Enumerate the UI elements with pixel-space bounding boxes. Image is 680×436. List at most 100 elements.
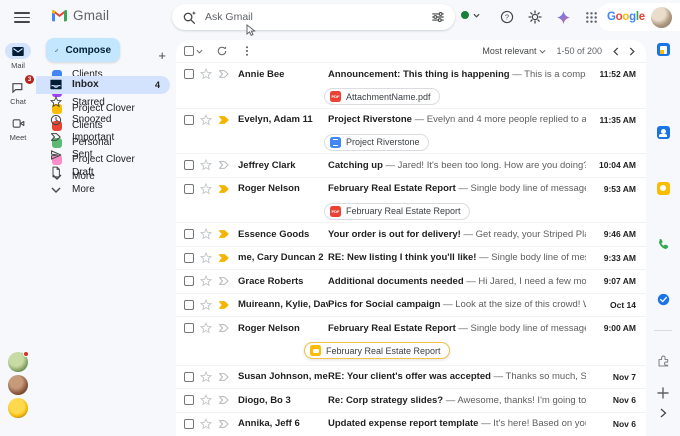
main-menu-icon[interactable] [14,12,30,23]
importance-marker-icon[interactable] [218,68,230,80]
email-checkbox[interactable] [184,115,194,125]
email-row[interactable]: me, Cary Duncan 2 RE: New listing I thin… [176,246,646,270]
email-row[interactable]: Essence Goods Your order is out for deli… [176,222,646,246]
sidebar-item-more[interactable]: More [36,181,170,199]
attachment-chip[interactable]: February Real Estate Report [304,342,450,359]
chat-contact-avatar[interactable] [8,375,28,395]
email-row[interactable]: Diogo, Bo 3 Re: Corp strategy slides? — … [176,388,646,412]
search-placeholder: Ask Gmail [205,11,423,23]
star-icon[interactable] [200,418,212,430]
settings-gear-icon[interactable] [527,9,543,25]
sidebar-item-draft[interactable]: Draft [36,164,170,182]
star-icon[interactable] [200,228,212,240]
email-row[interactable]: Susan Johnson, me 2 RE: Your client's of… [176,365,646,389]
email-row[interactable]: Jeffrey Clark Catching up — Jared! It's … [176,153,646,177]
compose-button[interactable]: Compose [46,38,120,62]
email-row[interactable]: Muireann, Kylie, David 5 Pics for Social… [176,293,646,317]
sidebar-item-starred[interactable]: Starred [36,94,170,112]
select-all-control[interactable] [184,46,203,56]
email-snippet: — It's here! Based on your feedback,... [481,418,586,429]
attachment-chip[interactable]: February Real Estate Report [324,203,470,220]
chat-unread-badge: 3 [25,75,34,84]
star-icon[interactable] [200,68,212,80]
tasks-icon[interactable] [656,292,670,306]
refresh-icon[interactable] [216,45,228,57]
profile-avatar[interactable] [651,7,672,28]
importance-marker-icon[interactable] [218,114,230,126]
importance-marker-icon[interactable] [218,371,230,383]
attachment-chip[interactable]: Project Riverstone [324,134,429,151]
email-row[interactable]: Roger Nelson February Real Estate Report… [176,316,646,365]
email-snippet: — Get ready, your Striped Planter is out… [464,229,587,240]
email-checkbox[interactable] [184,276,194,286]
email-checkbox[interactable] [184,323,194,333]
more-options-icon[interactable] [241,45,253,57]
star-icon[interactable] [200,371,212,383]
help-icon[interactable]: ? [499,9,515,25]
newer-page-icon[interactable] [612,47,619,56]
email-snippet: — Jared! It's been too long. How are you… [386,160,586,171]
gemini-icon[interactable] [555,9,571,25]
importance-marker-icon[interactable] [218,299,230,311]
email-row[interactable]: Annika, Jeff 6 Updated expense report te… [176,412,646,436]
sidebar-item-inbox[interactable]: Inbox 4 [36,76,170,94]
star-icon[interactable] [200,275,212,287]
create-label-plus-icon[interactable]: + [158,51,166,61]
importance-marker-icon[interactable] [218,394,230,406]
email-checkbox[interactable] [184,253,194,263]
importance-marker-icon[interactable] [218,183,230,195]
star-icon[interactable] [200,394,212,406]
email-checkbox[interactable] [184,69,194,79]
importance-marker-icon[interactable] [218,159,230,171]
email-time: 9:33 AM [586,253,636,263]
star-icon[interactable] [200,299,212,311]
email-checkbox[interactable] [184,395,194,405]
get-addons-plus-icon[interactable] [656,386,670,400]
email-checkbox[interactable] [184,184,194,194]
chat-contact-avatar[interactable] [8,398,28,418]
availability-status[interactable] [461,11,480,19]
email-checkbox[interactable] [184,419,194,429]
star-icon[interactable] [200,114,212,126]
star-icon[interactable] [200,183,212,195]
select-all-checkbox[interactable] [184,46,194,56]
importance-marker-icon[interactable] [218,418,230,430]
email-checkbox[interactable] [184,300,194,310]
addon-icon[interactable] [656,354,670,368]
search-bar[interactable]: Ask Gmail [172,4,455,30]
attachment-chip[interactable]: AttachmentName.pdf [324,88,440,105]
gmail-logo[interactable]: Gmail [51,8,109,23]
email-row[interactable]: Grace Roberts Additional documents neede… [176,269,646,293]
importance-marker-icon[interactable] [218,228,230,240]
rail-item-meet[interactable]: Meet [0,115,36,142]
rail-item-chat[interactable]: 3 Chat [0,79,36,106]
voice-icon[interactable] [656,237,670,251]
email-subject: Project Riverstone — Evelyn and 4 more p… [328,114,586,125]
status-active-dot [461,11,469,19]
star-icon[interactable] [200,159,212,171]
older-page-icon[interactable] [629,47,636,56]
sort-dropdown[interactable]: Most relevant [482,46,546,56]
rail-item-mail[interactable]: Mail [0,43,36,70]
calendar-icon[interactable] [656,42,670,56]
keep-icon[interactable] [656,181,670,195]
importance-marker-icon[interactable] [218,322,230,334]
importance-marker-icon[interactable] [218,252,230,264]
star-icon[interactable] [200,252,212,264]
email-checkbox[interactable] [184,160,194,170]
sidebar-item-sent[interactable]: Sent [36,146,170,164]
email-row[interactable]: Annie Bee Announcement: This thing is ha… [176,62,646,108]
mail-icon [5,43,31,59]
star-icon[interactable] [200,322,212,334]
contacts-icon[interactable] [656,125,670,139]
search-options-icon[interactable] [431,10,445,24]
email-checkbox[interactable] [184,229,194,239]
email-checkbox[interactable] [184,372,194,382]
chat-contact-avatar[interactable] [8,352,28,372]
sidebar-item-important[interactable]: Important [36,129,170,147]
email-row[interactable]: Roger Nelson February Real Estate Report… [176,177,646,223]
sidebar-item-snoozed[interactable]: Snoozed [36,111,170,129]
email-row[interactable]: Evelyn, Adam 11 Project Riverstone — Eve… [176,108,646,154]
importance-marker-icon[interactable] [218,275,230,287]
side-panel-collapse-icon[interactable] [656,406,670,420]
